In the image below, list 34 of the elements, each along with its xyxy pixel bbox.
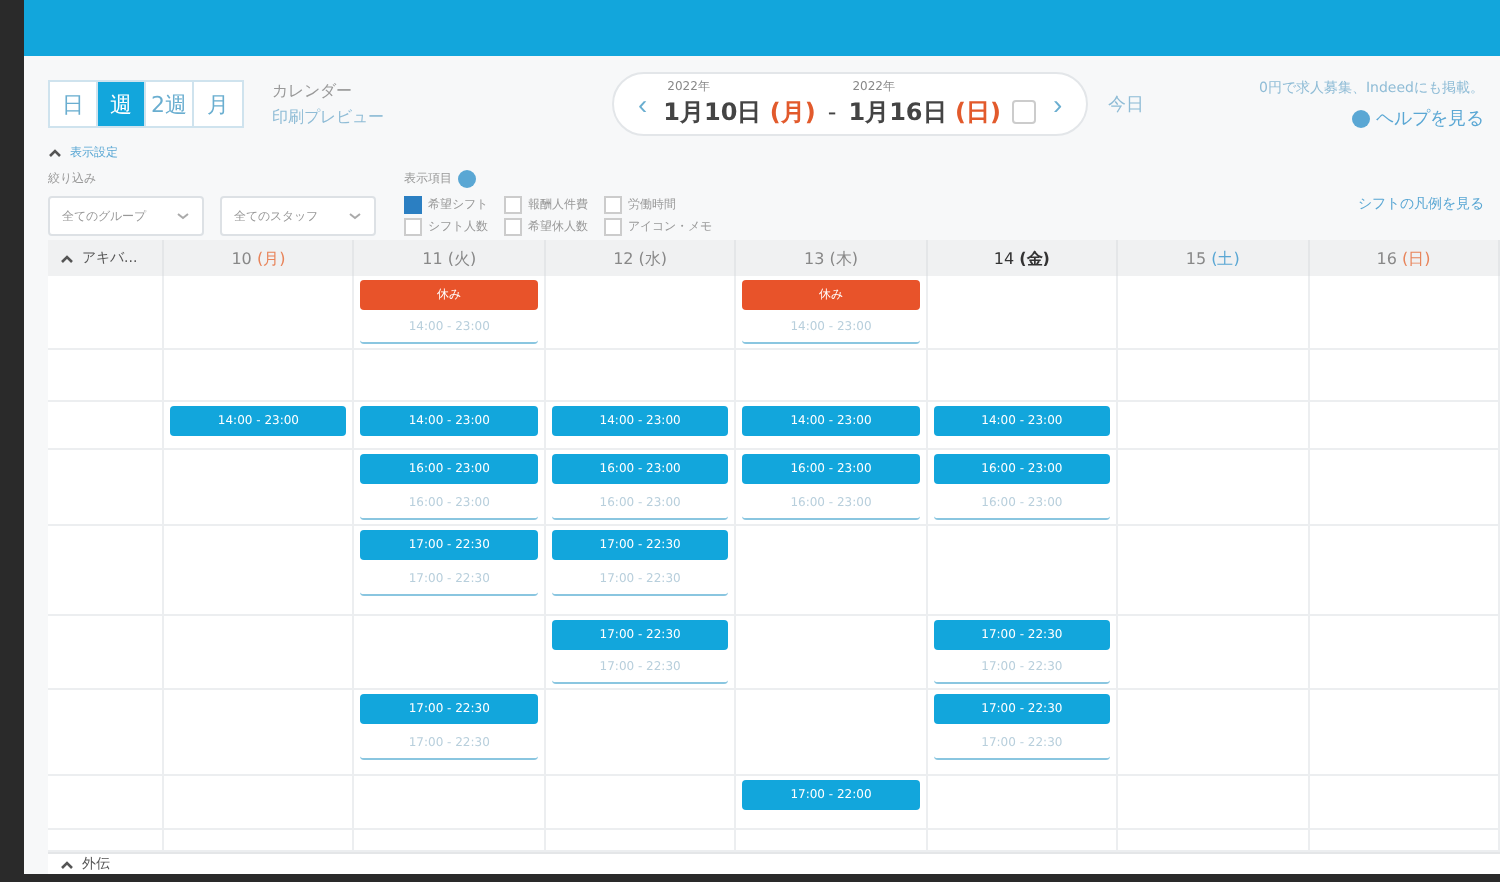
- day-header: 15 (土): [1185, 247, 1240, 269]
- help-icon: [1352, 109, 1370, 127]
- checkbox[interactable]: [404, 196, 422, 214]
- end-date: 1月16日 (日): [848, 96, 1001, 130]
- day-header: 14 (金): [993, 247, 1050, 269]
- help-link[interactable]: ヘルプを見る: [1376, 105, 1484, 131]
- view-tab[interactable]: 日: [50, 82, 98, 126]
- checkbox[interactable]: [604, 196, 622, 214]
- next-button[interactable]: ›: [1048, 88, 1067, 120]
- chevron-icon: [48, 148, 62, 158]
- chevron-icon: [60, 859, 74, 869]
- prev-button[interactable]: ‹: [634, 88, 652, 120]
- calendar-icon[interactable]: [1012, 100, 1037, 124]
- dropdown-icon: [176, 212, 190, 220]
- help-icon: [458, 170, 476, 188]
- day-header: 11 (火): [422, 247, 477, 269]
- view-tab[interactable]: 月: [194, 82, 242, 126]
- day-header: 13 (木): [804, 247, 858, 269]
- view-tab[interactable]: 2週: [146, 82, 194, 126]
- start-date: 1月10日 (月): [663, 96, 816, 130]
- day-header: 12 (水): [613, 247, 668, 269]
- checkbox[interactable]: [504, 218, 522, 236]
- today-link[interactable]: 今日: [1108, 91, 1145, 117]
- checkbox[interactable]: [404, 218, 422, 236]
- view-tab[interactable]: 週: [98, 82, 146, 126]
- checkbox[interactable]: [604, 218, 622, 236]
- date-separator: -: [827, 98, 837, 126]
- day-header: 16 (日): [1376, 247, 1431, 269]
- header-link[interactable]: カレンダー: [272, 80, 592, 102]
- header-link[interactable]: 印刷プレビュー: [272, 106, 592, 128]
- dropdown-icon: [348, 212, 362, 220]
- chevron-icon: [60, 253, 74, 263]
- day-header: 10 (月): [231, 247, 286, 269]
- checkbox[interactable]: [504, 196, 522, 214]
